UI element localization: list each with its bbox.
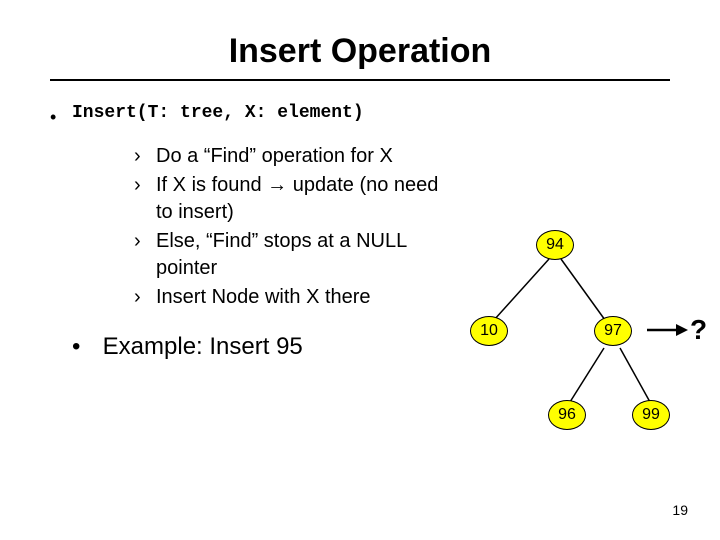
slide-title: Insert Operation	[0, 0, 720, 71]
function-signature: Insert(T: tree, X: element)	[72, 103, 680, 123]
step-text: Do a “Find” operation for X	[156, 143, 454, 170]
list-item: › Do a “Find” operation for X	[134, 143, 454, 170]
tree-node-root: 94	[536, 230, 574, 260]
slide: Insert Operation • Insert(T: tree, X: el…	[0, 0, 720, 540]
step-text: Insert Node with X there	[156, 284, 454, 311]
bullet-icon: •	[72, 333, 96, 361]
tree-node: 96	[548, 400, 586, 430]
step-text: Else, “Find” stops at a NULL pointer	[156, 228, 454, 282]
tree-diagram: 94 10 97 96 99 ?	[452, 230, 712, 460]
steps-list: › Do a “Find” operation for X › If X is …	[134, 143, 454, 311]
tree-node: 99	[632, 400, 670, 430]
chevron-icon: ›	[134, 172, 156, 226]
list-item: › Insert Node with X there	[134, 284, 454, 311]
chevron-icon: ›	[134, 284, 156, 311]
tree-node: 97	[594, 316, 632, 346]
page-number: 19	[672, 502, 688, 518]
step-text: If X is found → update (no need to inser…	[156, 172, 454, 226]
list-item: › Else, “Find” stops at a NULL pointer	[134, 228, 454, 282]
example-text: Example: Insert 95	[103, 333, 303, 360]
tree-node: 10	[470, 316, 508, 346]
chevron-icon: ›	[134, 143, 156, 170]
bullet-icon: •	[50, 107, 56, 128]
chevron-icon: ›	[134, 228, 156, 282]
question-mark: ?	[690, 314, 707, 346]
list-item: › If X is found → update (no need to ins…	[134, 172, 454, 226]
